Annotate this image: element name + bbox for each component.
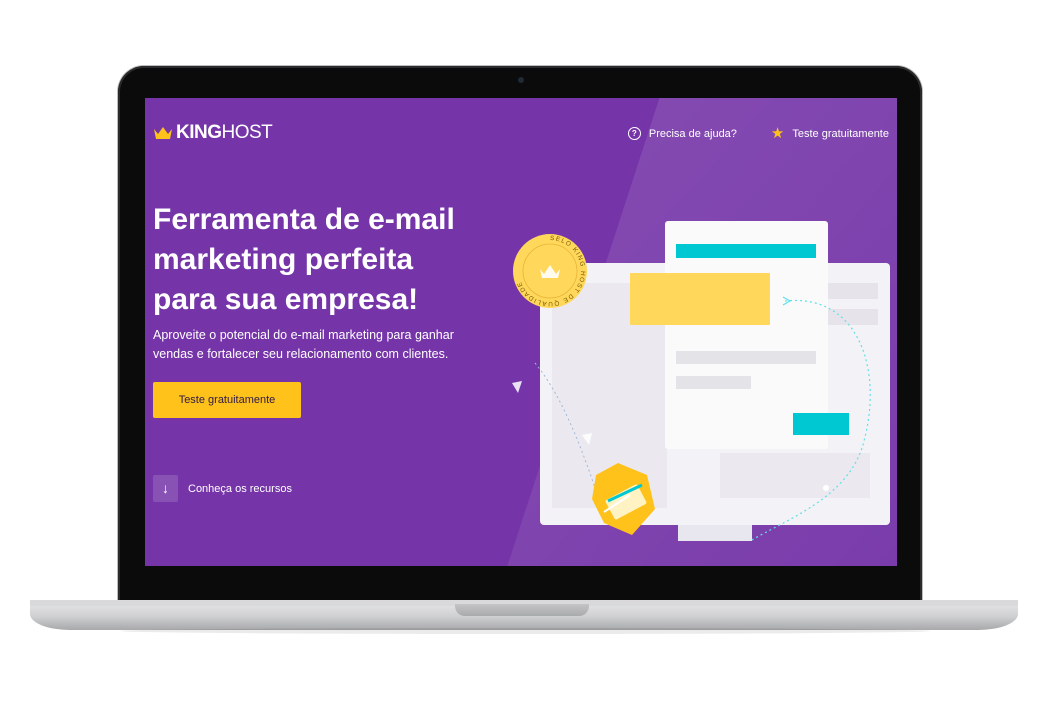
monitor-panel bbox=[828, 283, 878, 299]
monitor-stand bbox=[678, 525, 752, 541]
email-button bbox=[793, 413, 849, 435]
try-free-button[interactable]: Teste gratuitamente bbox=[153, 382, 301, 418]
help-link[interactable]: ? Precisa de ajuda? bbox=[627, 127, 737, 140]
help-label: Precisa de ajuda? bbox=[648, 127, 737, 140]
laptop-shadow bbox=[120, 628, 930, 634]
trial-link[interactable]: ★ Teste gratuitamente bbox=[771, 126, 889, 141]
dot bbox=[823, 485, 829, 491]
hero-subtitle: Aproveite o potencial do e-mail marketin… bbox=[153, 328, 454, 361]
quality-seal: SELO KING HOST DE QUALIDADE bbox=[513, 234, 587, 308]
camera bbox=[518, 77, 524, 83]
email-text-line bbox=[676, 376, 751, 389]
explore-features-link[interactable]: ↓ Conheça os recursos bbox=[153, 475, 292, 502]
paper-plane-icon bbox=[512, 381, 522, 393]
trial-label: Teste gratuitamente bbox=[792, 127, 889, 140]
question-circle-icon: ? bbox=[627, 127, 641, 140]
top-nav: ? Precisa de ajuda? ★ Teste gratuitament… bbox=[627, 126, 889, 141]
crown-icon bbox=[154, 127, 172, 139]
explore-features-label: Conheça os recursos bbox=[188, 482, 292, 495]
laptop-notch bbox=[455, 604, 589, 616]
laptop-screen: KINGHOST ? Precisa de ajuda? ★ Teste gra… bbox=[145, 98, 897, 566]
email-text-line bbox=[676, 351, 816, 364]
email-banner bbox=[630, 273, 770, 325]
star-icon: ★ bbox=[770, 125, 785, 142]
email-header-bar bbox=[676, 244, 816, 258]
arrow-down-icon: ↓ bbox=[153, 475, 178, 502]
kinghost-logo[interactable]: KINGHOST bbox=[153, 122, 273, 144]
logo-wordmark: KINGHOST bbox=[176, 122, 273, 143]
monitor-panel bbox=[828, 309, 878, 325]
email-illustration: SELO KING HOST DE QUALIDADE bbox=[512, 221, 890, 542]
hero-title: Ferramenta de e-mail marketing perfeita … bbox=[153, 203, 455, 316]
